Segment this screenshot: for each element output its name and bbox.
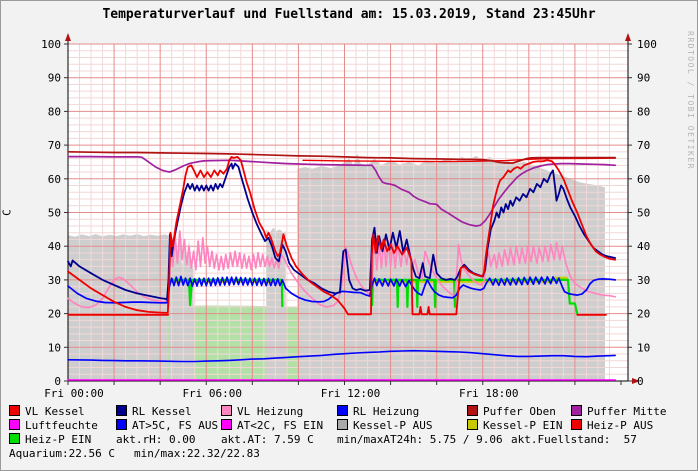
- legend-item-rl-heizung: RL Heizung: [337, 405, 419, 418]
- svg-text:Fri 06:00: Fri 06:00: [182, 387, 242, 400]
- legend-swatch-luftfeuchte: [9, 419, 20, 430]
- svg-text:10: 10: [48, 341, 61, 354]
- legend-swatch-rl-kessel: [116, 405, 127, 416]
- legend-swatch-kessel-p-ein: [467, 419, 478, 430]
- legend-stat-akt-fuellstand-57: akt.Fuellstand: 57: [511, 433, 637, 446]
- svg-text:50: 50: [637, 207, 650, 220]
- legend-item-puffer-mitte: Puffer Mitte: [571, 405, 666, 418]
- legend-stat-akt-at-7-59-c: akt.AT: 7.59 C: [221, 433, 314, 446]
- legend-stat-min-maxat24h-5-75-9-06: min/maxAT24h: 5.75 / 9.06: [337, 433, 503, 446]
- svg-text:100: 100: [41, 38, 61, 51]
- svg-text:0: 0: [637, 375, 644, 388]
- svg-text:30: 30: [637, 274, 650, 287]
- legend-item-heiz-p-aus: Heiz-P AUS: [571, 419, 653, 432]
- legend-item-puffer-oben: Puffer Oben: [467, 405, 556, 418]
- svg-text:20: 20: [48, 308, 61, 321]
- legend-stat-akt-rh-0-00: akt.rH: 0.00: [116, 433, 195, 446]
- svg-text:Fri 00:00: Fri 00:00: [44, 387, 104, 400]
- legend-item-heiz-p-ein: Heiz-P EIN: [9, 433, 91, 446]
- svg-text:10: 10: [637, 341, 650, 354]
- legend-item-vl-kessel: VL Kessel: [9, 405, 85, 418]
- svg-text:30: 30: [48, 274, 61, 287]
- svg-text:50: 50: [48, 207, 61, 220]
- legend-item-luftfeuchte: Luftfeuchte: [9, 419, 98, 432]
- legend-swatch-rl-heizung: [337, 405, 348, 416]
- legend-swatch-puffer-oben: [467, 405, 478, 416]
- svg-text:70: 70: [48, 139, 61, 152]
- x-axis-labels: Fri 00:00 Fri 06:00 Fri 12:00 Fri 18:00: [44, 387, 518, 400]
- legend-stat-aquarium-22-56-c: Aquarium:22.56 C: [9, 447, 115, 460]
- legend-swatch-heiz-p-aus: [571, 419, 582, 430]
- legend-swatch-heiz-p-ein: [9, 433, 20, 444]
- svg-text:40: 40: [637, 240, 650, 253]
- rrdtool-graph: Temperaturverlauf und Fuellstand am: 15.…: [0, 0, 698, 471]
- legend-item-rl-kessel: RL Kessel: [116, 405, 192, 418]
- svg-text:Fri 18:00: Fri 18:00: [459, 387, 519, 400]
- svg-text:60: 60: [637, 173, 650, 186]
- legend-swatch-puffer-mitte: [571, 405, 582, 416]
- legend-swatch-at-5c-fs-aus: [116, 419, 127, 430]
- svg-text:90: 90: [48, 72, 61, 85]
- legend-stat-min-max-22-32-22-83: min/max:22.32/22.83: [134, 447, 260, 460]
- legend-item-kessel-p-ein: Kessel-P EIN: [467, 419, 562, 432]
- svg-text:Fri 12:00: Fri 12:00: [321, 387, 381, 400]
- svg-text:100: 100: [637, 38, 657, 51]
- legend-swatch-vl-heizung: [221, 405, 232, 416]
- svg-text:40: 40: [48, 240, 61, 253]
- svg-text:80: 80: [48, 105, 61, 118]
- svg-text:70: 70: [637, 139, 650, 152]
- legend-swatch-kessel-p-aus: [337, 419, 348, 430]
- legend-item-at-5c-fs-aus: AT>5C, FS AUS: [116, 419, 218, 432]
- svg-text:60: 60: [48, 173, 61, 186]
- svg-text:20: 20: [637, 308, 650, 321]
- legend-item-kessel-p-aus: Kessel-P AUS: [337, 419, 432, 432]
- legend-item-at-2c-fs-ein: AT<2C, FS EIN: [221, 419, 323, 432]
- legend-item-vl-heizung: VL Heizung: [221, 405, 303, 418]
- svg-text:80: 80: [637, 105, 650, 118]
- chart-plot-area: 0010102020303040405050606070708080909010…: [1, 1, 698, 471]
- legend-swatch-vl-kessel: [9, 405, 20, 416]
- svg-text:90: 90: [637, 72, 650, 85]
- legend-swatch-at-2c-fs-ein: [221, 419, 232, 430]
